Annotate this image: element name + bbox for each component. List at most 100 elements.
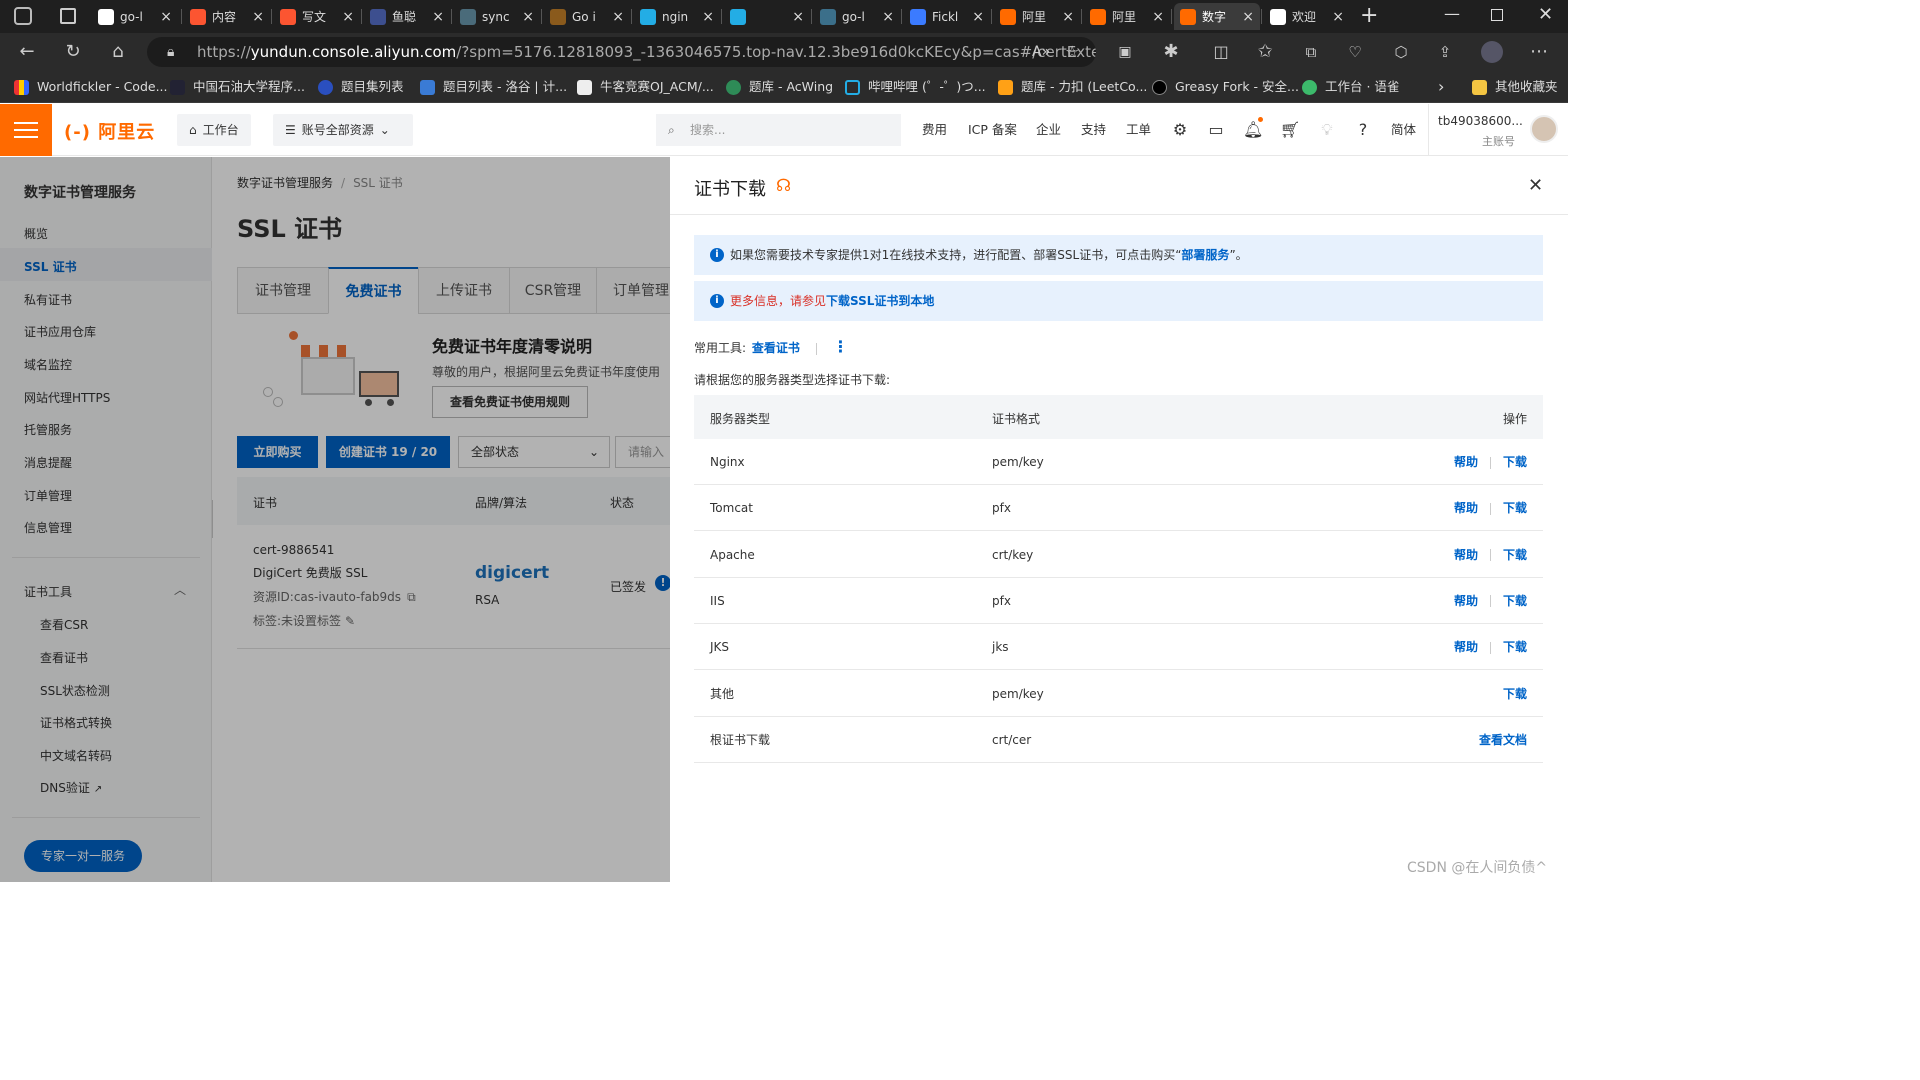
bookmark-item[interactable]: Greasy Fork - 安全... — [1152, 71, 1299, 103]
download-link[interactable]: 下载 — [1503, 501, 1527, 515]
browser-tab[interactable]: 内容 × — [184, 3, 270, 30]
view-docs-link[interactable]: 查看文档 — [1479, 733, 1527, 747]
favorites-icon[interactable]: ✩ — [1250, 33, 1280, 71]
bookmarks-overflow-chevron-icon[interactable]: › — [1438, 71, 1444, 103]
more-menu-icon[interactable]: ⋯ — [1524, 33, 1554, 71]
help-link[interactable]: 帮助 — [1454, 548, 1478, 562]
nav-link-enterprise[interactable]: 企业 — [1036, 104, 1061, 156]
browser-tab[interactable]: 阿里 × — [994, 3, 1080, 30]
close-tab-icon[interactable]: × — [1152, 9, 1164, 25]
download-link[interactable]: 下载 — [1503, 455, 1527, 469]
close-tab-icon[interactable]: × — [1242, 9, 1254, 25]
close-tab-icon[interactable]: × — [972, 9, 984, 25]
download-ssl-doc-link[interactable]: 下载SSL证书到本地 — [826, 294, 934, 308]
user-avatar[interactable] — [1530, 115, 1558, 143]
close-tab-icon[interactable]: × — [882, 9, 894, 25]
puzzle-extensions-icon[interactable]: ✱ — [1156, 33, 1186, 71]
close-icon[interactable]: ✕ — [1528, 175, 1543, 196]
close-tab-icon[interactable]: × — [432, 9, 444, 25]
download-link[interactable]: 下载 — [1503, 548, 1527, 562]
bookmark-item[interactable]: 工作台 · 语雀 — [1302, 71, 1399, 103]
url-input[interactable]: 🔒︎ https://yundun.console.aliyun.com/?sp… — [147, 37, 1096, 67]
split-screen-icon[interactable]: ◫ — [1206, 33, 1236, 71]
favorite-star-icon[interactable]: ☆ — [1065, 37, 1079, 67]
browser-tab[interactable]: Go i × — [544, 3, 630, 30]
browser-tab[interactable]: go-l × — [814, 3, 900, 30]
language-switch[interactable]: 简体 — [1391, 104, 1416, 156]
help-link[interactable]: 帮助 — [1454, 455, 1478, 469]
close-tab-icon[interactable]: × — [522, 9, 534, 25]
terminal-icon[interactable]: ▭ — [1206, 120, 1226, 140]
browser-tab[interactable]: Fickl × — [904, 3, 990, 30]
ai-assistant-icon[interactable]: ⚙ — [1170, 120, 1190, 140]
restore-icon[interactable] — [1491, 9, 1503, 21]
browser-tab[interactable]: 写文 × — [274, 3, 360, 30]
global-search-input[interactable]: ⌕ 搜索... — [656, 114, 901, 146]
close-window-icon[interactable]: ✕ — [1538, 4, 1553, 25]
help-link[interactable]: 帮助 — [1454, 594, 1478, 608]
lock-icon[interactable]: 🔒︎ — [167, 37, 174, 67]
aliyun-logo[interactable]: (-) 阿里云 — [64, 118, 155, 144]
tab-actions-icon[interactable] — [60, 8, 76, 24]
extension-icon[interactable]: ▣ — [1110, 33, 1140, 71]
workspaces-icon[interactable] — [14, 7, 32, 25]
download-link[interactable]: 下载 — [1503, 687, 1527, 701]
close-tab-icon[interactable]: × — [612, 9, 624, 25]
browser-tab[interactable]: ngin × — [634, 3, 720, 30]
workbench-button[interactable]: ⌂ 工作台 — [177, 114, 251, 146]
account-name[interactable]: tb49038600... — [1438, 114, 1523, 128]
bookmark-item[interactable]: 哔哩哔哩 (゜-゜)つ... — [845, 71, 986, 103]
other-bookmarks-folder[interactable]: 其他收藏夹 — [1472, 71, 1558, 103]
help-link[interactable]: 帮助 — [1454, 501, 1478, 515]
download-link[interactable]: 下载 — [1503, 640, 1527, 654]
modal-mask[interactable] — [0, 157, 670, 882]
browser-tab[interactable]: 鱼聪 × — [364, 3, 450, 30]
close-tab-icon[interactable]: × — [1332, 9, 1344, 25]
nav-link-icp[interactable]: ICP 备案 — [968, 104, 1017, 156]
profile-avatar[interactable] — [1481, 41, 1503, 63]
close-tab-icon[interactable]: × — [1062, 9, 1074, 25]
bookmark-item[interactable]: 题目集列表 — [318, 71, 404, 103]
new-tab-icon[interactable]: + — [1360, 2, 1378, 30]
bookmark-item[interactable]: 题目列表 - 洛谷 | 计... — [420, 71, 567, 103]
lightbulb-icon[interactable]: 💡︎ — [1317, 120, 1337, 140]
nav-link-ticket[interactable]: 工单 — [1126, 104, 1151, 156]
read-aloud-icon[interactable]: A» — [1032, 37, 1050, 67]
bookmark-item[interactable]: Worldfickler - Code... — [14, 71, 168, 103]
bookmark-item[interactable]: 题库 - 力扣 (LeetCo... — [998, 71, 1147, 103]
nav-link-cost[interactable]: 费用 — [922, 104, 947, 156]
deploy-service-link[interactable]: 部署服务 — [1181, 248, 1229, 262]
hamburger-menu-icon[interactable] — [0, 104, 52, 156]
browser-tab[interactable]: sync × — [454, 3, 540, 30]
cart-icon[interactable]: 🛒︎ — [1280, 120, 1300, 140]
minimize-icon[interactable]: — — [1444, 4, 1460, 23]
browser-tab[interactable]: go-l × — [92, 3, 178, 30]
bookmark-item[interactable]: 牛客竞赛OJ_ACM/... — [577, 71, 714, 103]
bookmark-item[interactable]: 题库 - AcWing — [726, 71, 833, 103]
browser-tab[interactable]: × — [724, 3, 810, 30]
view-cert-tool-link[interactable]: 查看证书 — [752, 341, 800, 355]
close-tab-icon[interactable]: × — [160, 9, 172, 25]
close-tab-icon[interactable]: × — [252, 9, 264, 25]
help-icon[interactable]: ? — [1353, 120, 1373, 140]
collections-icon[interactable]: ⧉ — [1296, 33, 1326, 71]
help-link[interactable]: 帮助 — [1454, 640, 1478, 654]
headset-support-icon[interactable]: ☊ — [776, 176, 791, 196]
more-vertical-icon[interactable]: ⋮ — [833, 337, 849, 356]
browser-essentials-icon[interactable]: ⬡ — [1386, 33, 1416, 71]
download-link[interactable]: 下载 — [1503, 594, 1527, 608]
close-tab-icon[interactable]: × — [792, 9, 804, 25]
back-icon[interactable]: ← — [12, 33, 42, 71]
performance-icon[interactable]: ♡ — [1340, 33, 1370, 71]
browser-tab[interactable]: 欢迎 × — [1264, 3, 1350, 30]
browser-tab[interactable]: 阿里 × — [1084, 3, 1170, 30]
browser-tab[interactable]: 数字 × — [1174, 3, 1260, 30]
nav-link-support[interactable]: 支持 — [1081, 104, 1106, 156]
refresh-icon[interactable]: ↻ — [58, 33, 88, 71]
home-icon[interactable]: ⌂ — [103, 33, 133, 71]
close-tab-icon[interactable]: × — [702, 9, 714, 25]
close-tab-icon[interactable]: × — [342, 9, 354, 25]
resources-dropdown[interactable]: ☰ 账号全部资源 ⌄ — [273, 114, 413, 146]
share-icon[interactable]: ⇪ — [1430, 33, 1460, 71]
notification-bell-icon[interactable]: 🔔︎ — [1243, 117, 1263, 140]
